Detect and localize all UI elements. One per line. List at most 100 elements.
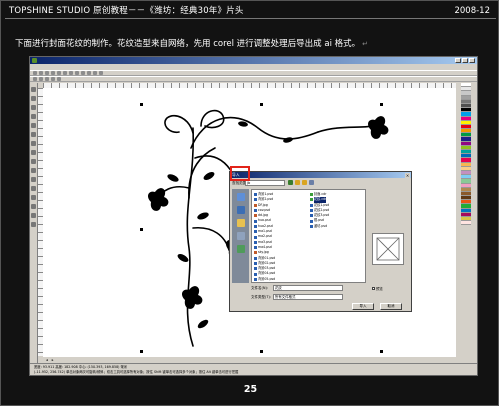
eyedropper-icon[interactable] xyxy=(31,204,36,209)
cut-icon[interactable] xyxy=(57,71,61,75)
close-icon[interactable] xyxy=(469,58,475,63)
leaf-3 xyxy=(197,212,209,220)
text-tool-icon[interactable] xyxy=(31,177,36,182)
file-name: 潍坊.psd xyxy=(314,223,328,228)
minimize-icon[interactable] xyxy=(455,58,461,63)
new-folder-icon[interactable] xyxy=(302,180,307,185)
file-icon xyxy=(254,224,257,228)
return-mark-icon: ↵ xyxy=(362,40,369,48)
snap-icon[interactable] xyxy=(57,77,61,81)
leaf-1 xyxy=(203,172,215,180)
smart-fill-icon[interactable] xyxy=(31,132,36,137)
file-column-2: 封面.cdr 花纹.cdr 花纹1.psd 花纹2.psd 花纹3.psd 框.psd 潍坊… xyxy=(310,192,329,229)
file-icon xyxy=(254,193,257,197)
selection-handle[interactable] xyxy=(380,350,383,353)
file-icon xyxy=(254,246,257,250)
checkbox-icon xyxy=(372,287,375,290)
first-page-icon[interactable]: ◂ xyxy=(46,358,48,362)
open-icon[interactable] xyxy=(39,71,43,75)
selection-handle[interactable] xyxy=(140,103,143,106)
units-icon[interactable] xyxy=(45,77,49,81)
selection-handle[interactable] xyxy=(140,350,143,353)
rectangle-tool-icon[interactable] xyxy=(31,141,36,146)
tutorial-description: 下面进行封面花纹的制作。花纹造型来自网络，先用 corel 进行调整处理后导出成… xyxy=(15,37,368,49)
file-icon xyxy=(254,214,257,218)
filetype-dropdown[interactable]: 所有文件格式 xyxy=(273,294,343,300)
new-icon[interactable] xyxy=(33,71,37,75)
swatch[interactable] xyxy=(461,221,471,226)
views-menu-icon[interactable] xyxy=(309,180,314,185)
file-icon xyxy=(310,224,313,228)
maximize-icon[interactable] xyxy=(462,58,468,63)
selection-handle[interactable] xyxy=(260,103,263,106)
look-in-value: jb xyxy=(247,181,251,185)
back-icon[interactable] xyxy=(288,180,293,185)
table-tool-icon[interactable] xyxy=(31,186,36,191)
file-list[interactable]: 背景1.psd 背景2.psd DF.jpg cov.psd dd.jpg hua.psd… xyxy=(251,189,366,283)
toolbox xyxy=(30,83,38,363)
file-icon xyxy=(254,198,257,202)
crop-tool-icon[interactable] xyxy=(31,105,36,110)
import-dialog-title: 导入 × xyxy=(230,172,411,178)
place-desktop[interactable] xyxy=(236,206,245,214)
export-icon[interactable] xyxy=(93,71,97,75)
computer-icon xyxy=(236,232,245,240)
nudge-icon[interactable] xyxy=(51,77,55,81)
places-bar xyxy=(232,189,249,283)
filename-field[interactable]: 花纹 xyxy=(273,285,343,291)
dialog-close-icon[interactable]: × xyxy=(405,172,410,178)
ellipse-tool-icon[interactable] xyxy=(31,150,36,155)
color-palette xyxy=(461,83,471,363)
portrait-icon[interactable] xyxy=(33,77,37,81)
page-header: TOPSHINE STUDIO 原创教程－－《潍坊：经典30年》片头 2008-… xyxy=(5,3,496,19)
highlight-box xyxy=(230,166,250,181)
interactive-blend-icon[interactable] xyxy=(31,195,36,200)
window-controls xyxy=(455,58,475,63)
copy-icon[interactable] xyxy=(63,71,67,75)
paste-icon[interactable] xyxy=(69,71,73,75)
redo-icon[interactable] xyxy=(81,71,85,75)
outline-tool-icon[interactable] xyxy=(31,213,36,218)
file-item[interactable]: 潍坊.psd xyxy=(310,224,329,229)
fill-tool-icon[interactable] xyxy=(31,222,36,227)
cancel-button[interactable]: 取消 xyxy=(380,303,402,310)
zoom-icon[interactable] xyxy=(99,71,103,75)
file-icon xyxy=(254,203,257,207)
branch-3 xyxy=(192,226,230,251)
basic-shapes-icon[interactable] xyxy=(31,168,36,173)
polygon-tool-icon[interactable] xyxy=(31,159,36,164)
import-button[interactable]: 导入 xyxy=(352,303,374,310)
print-icon[interactable] xyxy=(51,71,55,75)
place-computer[interactable] xyxy=(236,232,245,240)
file-icon xyxy=(254,209,257,213)
dialog-nav-buttons xyxy=(288,180,314,185)
selection-handle[interactable] xyxy=(260,350,263,353)
file-icon xyxy=(310,203,313,207)
landscape-icon[interactable] xyxy=(39,77,43,81)
shape-tool-icon[interactable] xyxy=(31,96,36,101)
property-bar xyxy=(30,76,477,82)
freehand-tool-icon[interactable] xyxy=(31,123,36,128)
selection-handle[interactable] xyxy=(140,228,143,231)
place-network[interactable] xyxy=(236,245,245,253)
filetype-value: 所有文件格式 xyxy=(275,295,296,299)
file-icon xyxy=(254,262,257,265)
next-page-icon[interactable]: ▸ xyxy=(52,358,54,362)
zoom-tool-icon[interactable] xyxy=(31,114,36,119)
main-stem xyxy=(186,127,195,347)
coreldraw-screenshot: ◂ ▸ 宽度: 93.911 高度: 182.908 中心: (150.393,… xyxy=(29,56,478,376)
leaf-4 xyxy=(177,254,189,262)
look-in-dropdown[interactable]: jb xyxy=(245,180,285,186)
place-recent[interactable] xyxy=(236,193,245,201)
file-item[interactable]: 背景05.psd xyxy=(254,277,275,282)
file-name: 背景05.psd xyxy=(258,276,276,281)
selection-handle[interactable] xyxy=(380,103,383,106)
preview-checkbox[interactable]: 预览 xyxy=(372,286,383,291)
pick-tool-icon[interactable] xyxy=(31,87,36,92)
save-icon[interactable] xyxy=(45,71,49,75)
import-icon[interactable] xyxy=(87,71,91,75)
place-documents[interactable] xyxy=(236,219,245,227)
undo-icon[interactable] xyxy=(75,71,79,75)
up-folder-icon[interactable] xyxy=(295,180,300,185)
file-icon xyxy=(310,214,313,218)
